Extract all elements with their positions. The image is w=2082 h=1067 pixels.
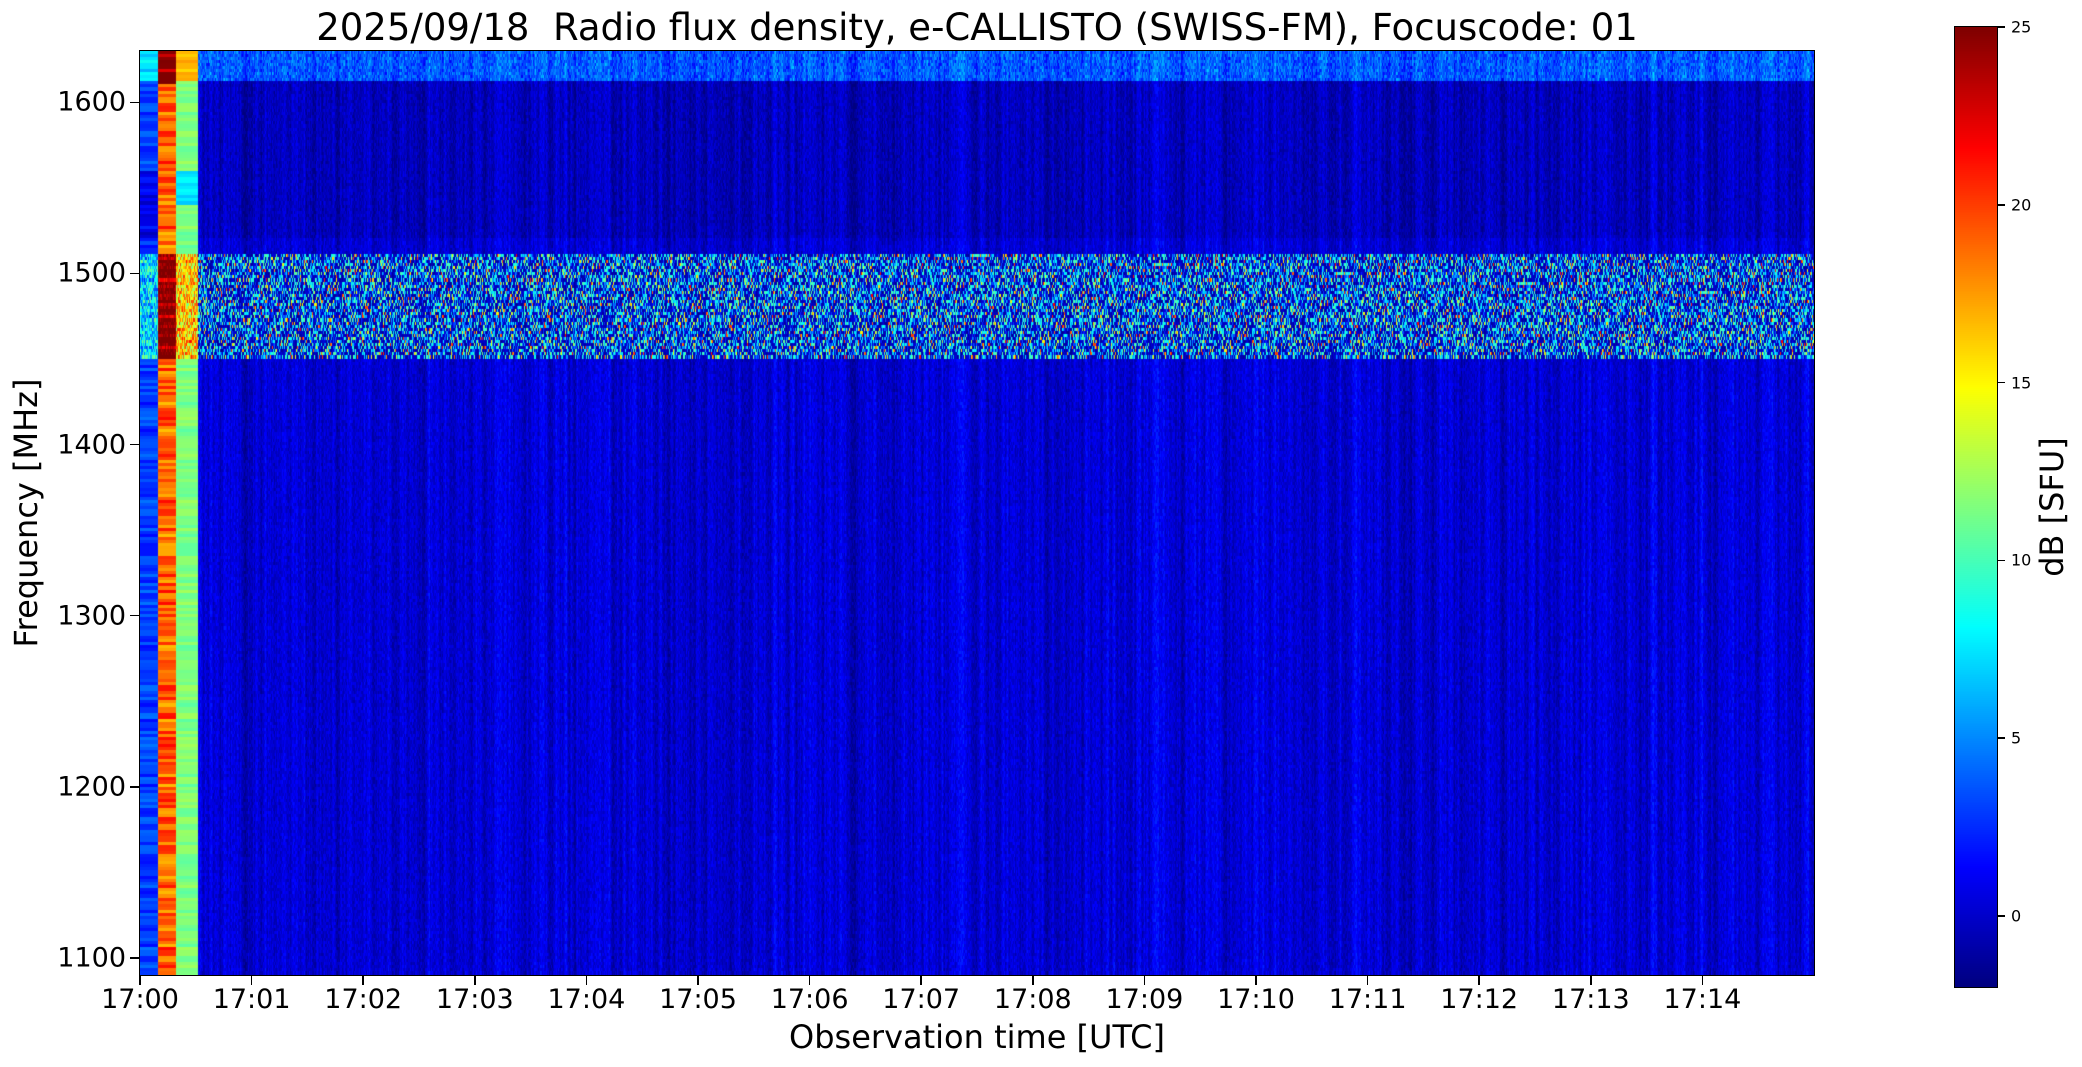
x-tick-label: 17:09 [1105,984,1184,1015]
y-tick-label: 1300 [57,600,126,632]
y-axis-label: Frequency [MHz] [7,378,45,648]
x-tick-label: 17:10 [1217,984,1295,1015]
colorbar-tick-mark [1998,915,2005,917]
x-tick-label: 17:13 [1551,984,1630,1015]
chart-title: 2025/09/18 Radio flux density, e-CALLIST… [316,6,1638,49]
x-tick-label: 17:08 [993,984,1072,1015]
colorbar-frame [1954,26,1998,988]
x-axis-label: Observation time [UTC] [789,1018,1165,1056]
x-tick-label: 17:04 [547,984,626,1015]
colorbar-tick-label: 15 [2011,373,2032,393]
x-tick-label: 17:00 [101,984,179,1015]
x-tick-label: 17:14 [1663,984,1742,1015]
y-tick-label: 1100 [57,942,126,974]
colorbar-tick-label: 10 [2011,550,2032,570]
y-tick-label: 1600 [57,86,126,118]
plot-frame [139,50,1815,976]
x-tick-label: 17:12 [1440,984,1519,1015]
y-tick-mark [130,957,139,959]
y-tick-mark [130,101,139,104]
colorbar-label: dB [SFU] [2033,437,2071,577]
colorbar-tick-label: 25 [2011,17,2032,37]
y-tick-mark [130,786,139,788]
y-tick-label: 1400 [57,429,126,461]
colorbar-tick-mark [1998,381,2005,384]
y-tick-mark [130,614,139,617]
x-tick-label: 17:01 [212,984,291,1015]
colorbar-tick-label: 20 [2011,195,2032,215]
x-tick-label: 17:07 [882,984,961,1015]
x-tick-label: 17:05 [659,984,737,1015]
y-tick-mark [130,443,139,446]
colorbar-tick-mark [1998,26,2005,28]
colorbar-tick-mark [1998,737,2005,739]
y-tick-label: 1200 [57,771,126,803]
y-tick-mark [130,272,139,275]
y-tick-label: 1500 [57,257,126,289]
x-tick-label: 17:02 [324,984,403,1015]
colorbar-tick-label: 0 [2011,906,2022,926]
colorbar-tick-mark [1998,559,2005,562]
x-tick-label: 17:11 [1328,984,1407,1015]
colorbar-tick-mark [1998,204,2005,206]
x-tick-label: 17:06 [770,984,849,1015]
x-tick-label: 17:03 [435,984,514,1015]
colorbar-tick-label: 5 [2011,728,2022,748]
